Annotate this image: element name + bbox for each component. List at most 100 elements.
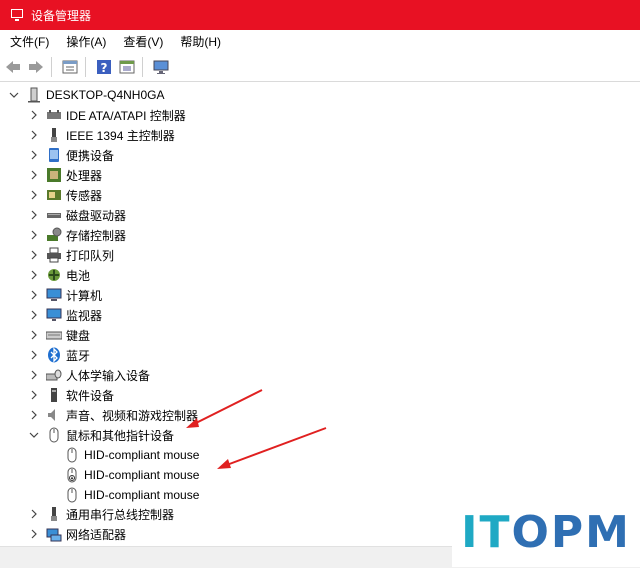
toolbar-separator bbox=[51, 57, 52, 77]
storage-controller-icon bbox=[46, 227, 62, 243]
chevron-right-icon[interactable] bbox=[28, 169, 40, 181]
logo-text-opm: OPM bbox=[511, 506, 631, 558]
chevron-right-icon[interactable] bbox=[28, 508, 40, 520]
category-label: 软件设备 bbox=[66, 388, 115, 403]
software-device-icon bbox=[46, 387, 62, 403]
category-label: 传感器 bbox=[66, 188, 103, 203]
category-label: 计算机 bbox=[66, 288, 103, 303]
tree-category[interactable]: 键盘 bbox=[28, 325, 90, 345]
mouse-icon bbox=[64, 487, 80, 503]
category-label: 人体学输入设备 bbox=[66, 368, 151, 383]
tree-category[interactable]: 声音、视频和游戏控制器 bbox=[28, 405, 198, 425]
portable-device-icon bbox=[46, 147, 62, 163]
tree-category[interactable]: 监视器 bbox=[28, 305, 102, 325]
toolbar-separator bbox=[85, 57, 86, 77]
forward-button[interactable] bbox=[26, 57, 46, 77]
svg-text:?: ? bbox=[101, 61, 108, 75]
chevron-right-icon[interactable] bbox=[28, 528, 40, 540]
view-button[interactable] bbox=[117, 57, 137, 77]
category-label: 通用串行总线控制器 bbox=[66, 507, 175, 522]
category-label: 蓝牙 bbox=[66, 348, 91, 363]
computer-icon bbox=[46, 287, 62, 303]
logo-text-it: IT bbox=[461, 506, 512, 558]
category-label: 监视器 bbox=[66, 308, 103, 323]
sensor-icon bbox=[46, 187, 62, 203]
processor-icon bbox=[46, 167, 62, 183]
toolbar: ? bbox=[0, 53, 640, 82]
properties-icon bbox=[62, 60, 78, 74]
network-adapter-icon bbox=[46, 526, 62, 542]
chevron-down-icon[interactable] bbox=[8, 89, 20, 101]
category-label: IDE ATA/ATAPI 控制器 bbox=[66, 108, 186, 123]
menu-action[interactable]: 操作(A) bbox=[59, 33, 113, 50]
printer-icon bbox=[46, 247, 62, 263]
tree-category[interactable]: IDE ATA/ATAPI 控制器 bbox=[28, 105, 186, 125]
chevron-right-icon[interactable] bbox=[28, 389, 40, 401]
category-label: 处理器 bbox=[66, 168, 103, 183]
category-label: IEEE 1394 主控制器 bbox=[66, 128, 175, 143]
category-label: 鼠标和其他指针设备 bbox=[66, 428, 175, 443]
chevron-right-icon[interactable] bbox=[28, 309, 40, 321]
chevron-down-icon[interactable] bbox=[28, 429, 40, 441]
category-label: 声音、视频和游戏控制器 bbox=[66, 408, 199, 423]
tree-category[interactable]: IEEE 1394 主控制器 bbox=[28, 125, 175, 145]
tree-category[interactable]: 存储控制器 bbox=[28, 225, 126, 245]
chevron-right-icon[interactable] bbox=[28, 149, 40, 161]
tree-category[interactable]: 传感器 bbox=[28, 185, 102, 205]
chevron-right-icon[interactable] bbox=[28, 129, 40, 141]
disk-drive-icon bbox=[46, 207, 62, 223]
tree-category[interactable]: 电池 bbox=[28, 265, 90, 285]
tree-category[interactable]: 打印队列 bbox=[28, 245, 114, 265]
view-icon bbox=[119, 60, 135, 74]
tree-category[interactable]: 蓝牙 bbox=[28, 345, 90, 365]
category-label: 电池 bbox=[66, 268, 91, 283]
device-label: HID-compliant mouse bbox=[84, 448, 200, 462]
mouse-icon bbox=[46, 427, 62, 443]
menu-view[interactable]: 查看(V) bbox=[116, 33, 170, 50]
tree-device[interactable]: HID-compliant mouse bbox=[64, 465, 199, 485]
tree-category[interactable]: 通用串行总线控制器 bbox=[28, 504, 174, 524]
tree-category[interactable]: 人体学输入设备 bbox=[28, 365, 150, 385]
chevron-right-icon[interactable] bbox=[28, 349, 40, 361]
tree-category[interactable]: 磁盘驱动器 bbox=[28, 205, 126, 225]
bluetooth-icon bbox=[46, 347, 62, 363]
help-button[interactable]: ? bbox=[94, 57, 114, 77]
mouse-warning-icon bbox=[64, 467, 80, 483]
keyboard-icon bbox=[46, 327, 62, 343]
tree-category[interactable]: 软件设备 bbox=[28, 385, 114, 405]
ide-controller-icon bbox=[46, 107, 62, 123]
audio-icon bbox=[46, 407, 62, 423]
tree-device[interactable]: HID-compliant mouse bbox=[64, 445, 199, 465]
back-arrow-icon bbox=[6, 61, 20, 73]
forward-arrow-icon bbox=[29, 61, 43, 73]
category-label: 存储控制器 bbox=[66, 228, 127, 243]
tree-category[interactable]: 计算机 bbox=[28, 285, 102, 305]
chevron-right-icon[interactable] bbox=[28, 249, 40, 261]
tree-category-expanded[interactable]: 鼠标和其他指针设备 bbox=[28, 425, 174, 445]
tree-root[interactable]: DESKTOP-Q4NH0GA bbox=[8, 85, 164, 105]
tree-category[interactable]: 网络适配器 bbox=[28, 524, 126, 544]
chevron-right-icon[interactable] bbox=[28, 289, 40, 301]
chevron-right-icon[interactable] bbox=[28, 209, 40, 221]
computer-name: DESKTOP-Q4NH0GA bbox=[46, 88, 165, 102]
chevron-right-icon[interactable] bbox=[28, 269, 40, 281]
chevron-right-icon[interactable] bbox=[28, 189, 40, 201]
help-icon: ? bbox=[97, 60, 111, 75]
chevron-right-icon[interactable] bbox=[28, 229, 40, 241]
menu-help[interactable]: 帮助(H) bbox=[173, 33, 228, 50]
chevron-right-icon[interactable] bbox=[28, 409, 40, 421]
chevron-right-icon[interactable] bbox=[28, 109, 40, 121]
device-label: HID-compliant mouse bbox=[84, 468, 200, 482]
tree-category[interactable]: 处理器 bbox=[28, 165, 102, 185]
mouse-icon bbox=[64, 447, 80, 463]
chevron-right-icon[interactable] bbox=[28, 329, 40, 341]
menu-file[interactable]: 文件(F) bbox=[3, 33, 56, 50]
properties-button[interactable] bbox=[60, 57, 80, 77]
tree-device[interactable]: HID-compliant mouse bbox=[64, 485, 199, 505]
usb-icon bbox=[46, 506, 62, 522]
back-button[interactable] bbox=[3, 57, 23, 77]
tree-category[interactable]: 便携设备 bbox=[28, 145, 114, 165]
scan-hardware-button[interactable] bbox=[151, 57, 171, 77]
chevron-right-icon[interactable] bbox=[28, 369, 40, 381]
monitor-icon bbox=[46, 307, 62, 323]
